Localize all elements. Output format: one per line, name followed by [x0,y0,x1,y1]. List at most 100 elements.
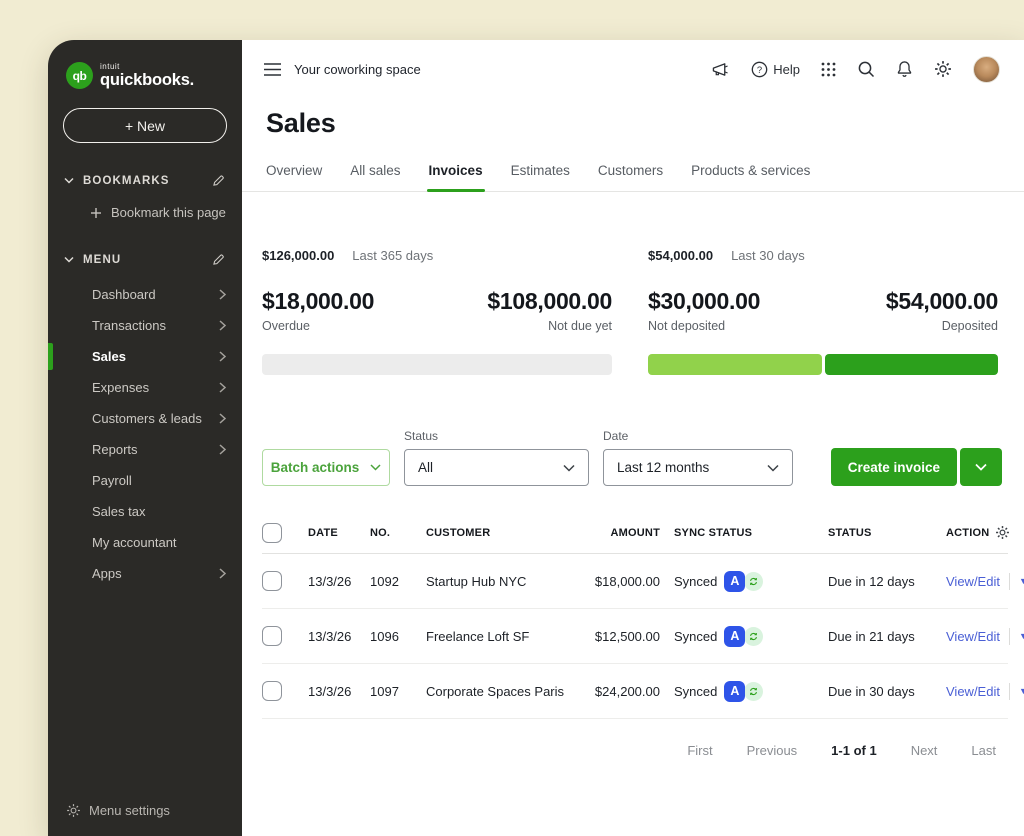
filters-row: Batch actions Status All Date Last 12 mo… [242,429,1024,486]
search-icon[interactable] [857,60,875,78]
table-row[interactable]: 13/3/26 1096 Freelance Loft SF $12,500.0… [262,609,1024,664]
pagination: First Previous 1-1 of 1 Next Last [242,719,1024,758]
bookmarks-section-header[interactable]: BOOKMARKS [48,173,242,188]
sync-status-text: Synced [674,683,718,699]
chevron-right-icon [219,444,226,455]
money-bar-segment[interactable] [648,354,822,375]
bookmark-this-page[interactable]: Bookmark this page [48,205,242,220]
tab-customers[interactable]: Customers [598,163,663,191]
date-filter-select[interactable]: Last 12 months [603,449,793,486]
invoice-date: 13/3/26 [308,628,352,644]
sidebar-item-apps[interactable]: Apps [48,558,242,589]
menu-section-header[interactable]: MENU [48,252,242,267]
user-avatar[interactable] [973,55,1000,83]
apps-grid-icon[interactable] [821,62,836,77]
sidebar-item-payroll[interactable]: Payroll [48,465,242,496]
invoice-status: Due in 21 days [828,628,915,644]
not-due-yet-amount: $108,000.00 [487,288,612,314]
invoice-date: 13/3/26 [308,683,352,699]
sales-tabs: Overview All sales Invoices Estimates Cu… [242,163,1024,192]
select-all-checkbox[interactable] [262,522,282,543]
status-filter-select[interactable]: All [404,449,589,486]
unpaid-money-bar[interactable] [262,354,612,375]
divider [1008,682,1010,700]
view-edit-link[interactable]: View/Edit [946,574,1000,589]
hamburger-menu-icon[interactable] [264,62,281,76]
invoice-number: 1092 [370,573,399,589]
chevron-down-icon [563,464,575,472]
sidebar-item-dashboard[interactable]: Dashboard [48,279,242,310]
row-actions-dropdown-icon[interactable]: ▼ [1019,576,1024,586]
column-settings-gear-icon[interactable] [995,525,1010,540]
help-label: Help [773,61,800,77]
pagination-first[interactable]: First [687,743,712,758]
batch-actions-button[interactable]: Batch actions [262,449,390,486]
brand-product: quickbooks. [100,70,195,89]
plus-icon [90,207,102,219]
paid-total: $54,000.00 [648,248,714,263]
chevron-right-icon [219,413,226,424]
app-window: qb intuit quickbooks. + New BOOKMARKS Bo… [48,40,1024,836]
create-invoice-button[interactable]: Create invoice [830,448,957,486]
sidebar-item-sales-tax[interactable]: Sales tax [48,496,242,527]
new-button[interactable]: + New [63,108,227,143]
table-row[interactable]: 13/3/26 1092 Startup Hub NYC $18,000.00 … [262,554,1024,609]
topbar: Your coworking space ? Help [242,40,1024,98]
invoice-number: 1096 [370,628,399,644]
row-checkbox[interactable] [262,626,282,646]
pagination-previous[interactable]: Previous [747,743,798,758]
workspace-name[interactable]: Your coworking space [294,62,421,77]
edit-menu-icon[interactable] [211,252,226,267]
settings-gear-icon[interactable] [934,60,952,78]
help-button[interactable]: ? Help [751,61,800,78]
sidebar-item-expenses[interactable]: Expenses [48,372,242,403]
sidebar-item-sales[interactable]: Sales [48,341,242,372]
accounting-app-badge: A [724,680,746,702]
chevron-right-icon [219,351,226,362]
paid-money-bar[interactable] [648,354,998,375]
money-bar-segment[interactable] [824,354,998,375]
sync-refresh-icon [744,571,764,591]
sidebar-item-reports[interactable]: Reports [48,434,242,465]
feedback-megaphone-icon[interactable] [711,61,730,78]
divider [1008,572,1010,590]
create-invoice-dropdown-button[interactable] [960,448,1002,486]
tab-products-services[interactable]: Products & services [691,163,810,191]
money-bar-segment[interactable] [262,354,612,375]
notifications-bell-icon[interactable] [896,60,913,78]
svg-text:?: ? [757,64,762,75]
row-actions-dropdown-icon[interactable]: ▼ [1019,686,1024,696]
menu-label: MENU [83,253,122,266]
invoice-status: Due in 30 days [828,683,915,699]
table-row[interactable]: 13/3/26 1097 Corporate Spaces Paris $24,… [262,664,1024,719]
chevron-right-icon [219,320,226,331]
row-checkbox[interactable] [262,681,282,701]
invoice-amount: $12,500.00 [594,628,660,644]
edit-bookmarks-icon[interactable] [211,173,226,188]
unpaid-summary: $126,000.00 Last 365 days $18,000.00 $10… [262,248,612,375]
sidebar-item-transactions[interactable]: Transactions [48,310,242,341]
chevron-down-icon [370,464,381,471]
invoice-number: 1097 [370,683,399,699]
row-actions-dropdown-icon[interactable]: ▼ [1019,631,1024,641]
pagination-next[interactable]: Next [911,743,938,758]
tab-invoices[interactable]: Invoices [426,163,485,192]
sidebar-item-my-accountant[interactable]: My accountant [48,527,242,558]
sidebar-item-customers-leads[interactable]: Customers & leads [48,403,242,434]
menu-settings-button[interactable]: Menu settings [48,803,242,836]
chevron-down-icon [975,463,987,471]
col-action: ACTION [946,526,990,539]
overdue-amount: $18,000.00 [262,288,375,314]
overdue-label: Overdue [262,319,310,333]
invoice-amount: $18,000.00 [594,573,660,589]
pagination-last[interactable]: Last [971,743,996,758]
view-edit-link[interactable]: View/Edit [946,684,1000,699]
sync-refresh-icon [744,681,764,701]
row-checkbox[interactable] [262,571,282,591]
tab-overview[interactable]: Overview [266,163,322,191]
tab-estimates[interactable]: Estimates [511,163,570,191]
chevron-right-icon [219,568,226,579]
view-edit-link[interactable]: View/Edit [946,629,1000,644]
tab-all-sales[interactable]: All sales [350,163,400,191]
quickbooks-logo: qb intuit quickbooks. [48,40,242,89]
